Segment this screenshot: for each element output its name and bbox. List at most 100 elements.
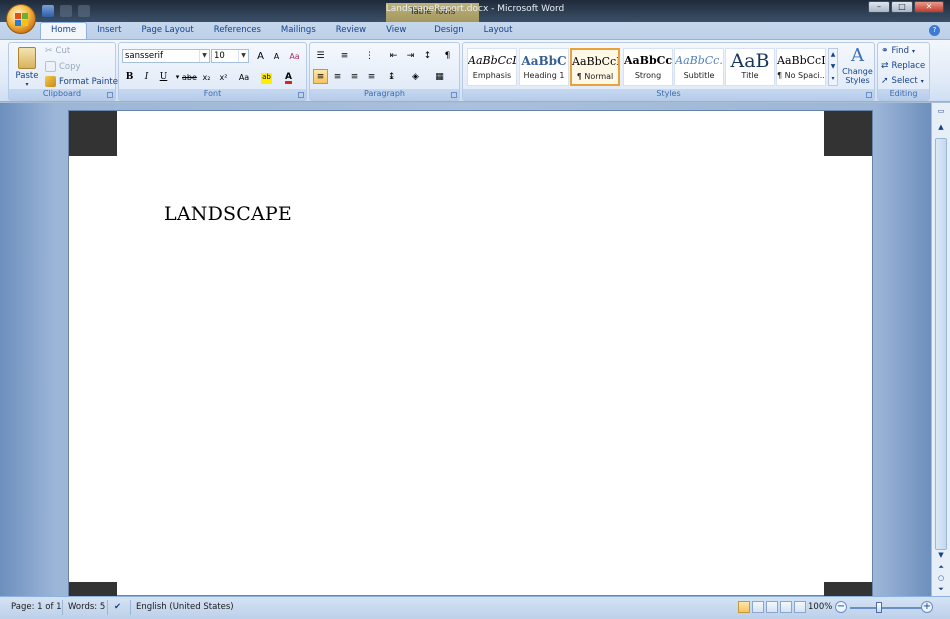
word-count[interactable]: Words: 5 (68, 602, 105, 612)
font-name-combo[interactable]: sansserif ▼ (122, 49, 210, 63)
font-group: sansserif ▼ 10 ▼ A A Aa B I U ▾ abe x₂ x… (118, 42, 307, 101)
change-case-button[interactable]: Aa (234, 69, 254, 84)
tab-references[interactable]: References (204, 22, 271, 39)
clipboard-launcher-icon[interactable] (107, 92, 113, 98)
vertical-scrollbar[interactable]: ▭ ▲ ▼ ⏶ ○ ⏷ (931, 103, 950, 596)
scroll-down-icon[interactable]: ▼ (935, 551, 947, 561)
clear-formatting-icon[interactable]: Aa (287, 48, 302, 63)
status-divider (107, 600, 108, 615)
underline-button[interactable]: U (156, 69, 171, 84)
superscript-button[interactable]: x² (216, 69, 231, 84)
increase-indent-icon[interactable]: ⇥ (403, 48, 418, 63)
multilevel-list-icon[interactable]: ⋮ (362, 48, 377, 63)
find-button[interactable]: ⚭ Find ▾ (881, 46, 915, 56)
style-sample: AaBbCc. (675, 54, 723, 67)
draft-view-icon[interactable] (794, 601, 806, 613)
highlight-button[interactable]: ab (259, 69, 274, 84)
ruler-toggle-icon[interactable]: ▭ (935, 107, 947, 117)
align-center-icon[interactable]: ≡ (330, 69, 345, 84)
highlighter-icon: ab (261, 73, 272, 84)
grow-font-button[interactable]: A (253, 48, 268, 63)
print-layout-view-icon[interactable] (738, 601, 750, 613)
style-subtitle[interactable]: AaBbCc. Subtitle (674, 48, 724, 86)
page-count[interactable]: Page: 1 of 1 (11, 602, 62, 612)
tab-view[interactable]: View (376, 22, 416, 39)
paste-button[interactable]: Paste ▾ (12, 45, 42, 89)
scroll-up-icon[interactable]: ▲ (935, 123, 947, 133)
font-size-combo[interactable]: 10 ▼ (211, 49, 249, 63)
line-spacing-icon[interactable]: ↨ (384, 69, 399, 84)
tab-home[interactable]: Home (40, 22, 88, 39)
help-icon[interactable]: ? (929, 25, 940, 36)
replace-button[interactable]: ⇄ Replace (881, 61, 925, 71)
document-text[interactable]: LANDSCAPE (164, 203, 292, 225)
status-divider (130, 600, 131, 615)
document-page[interactable]: LANDSCAPE (68, 110, 873, 619)
tab-mailings[interactable]: Mailings (271, 22, 326, 39)
tab-page-layout[interactable]: Page Layout (132, 22, 204, 39)
maximize-button[interactable]: □ (891, 1, 913, 13)
align-right-icon[interactable]: ≡ (347, 69, 362, 84)
select-label: Select (891, 76, 918, 86)
style-emphasis[interactable]: AaBbCcL Emphasis (467, 48, 517, 86)
numbering-icon[interactable]: ≡ (337, 48, 352, 63)
justify-icon[interactable]: ≡ (364, 69, 379, 84)
full-screen-reading-view-icon[interactable] (752, 601, 764, 613)
bold-button[interactable]: B (122, 69, 137, 84)
decrease-indent-icon[interactable]: ⇤ (386, 48, 401, 63)
style-heading-1[interactable]: AaBbC Heading 1 (519, 48, 569, 86)
bullets-icon[interactable]: ☰ (313, 48, 328, 63)
shrink-font-button[interactable]: A (269, 48, 284, 63)
office-button[interactable] (6, 4, 36, 34)
font-color-button[interactable]: A (281, 69, 296, 84)
tab-design[interactable]: Design (424, 22, 473, 39)
paragraph-launcher-icon[interactable] (451, 92, 457, 98)
styles-launcher-icon[interactable] (866, 92, 872, 98)
select-button[interactable]: ➚ Select ▾ (881, 76, 924, 86)
tab-insert[interactable]: Insert (87, 22, 131, 39)
style-no-spacing[interactable]: AaBbCcI ¶ No Spaci... (776, 48, 826, 86)
scroll-thumb[interactable] (935, 138, 947, 550)
zoom-out-button[interactable]: − (835, 601, 847, 613)
editing-group: ⚭ Find ▾ ⇄ Replace ➚ Select ▾ Editing (877, 42, 930, 101)
style-title[interactable]: AaB Title (725, 48, 775, 86)
subscript-button[interactable]: x₂ (199, 69, 214, 84)
change-styles-button[interactable]: A Change Styles (841, 45, 874, 89)
web-layout-view-icon[interactable] (766, 601, 778, 613)
proofing-icon[interactable]: ✔ (114, 602, 121, 612)
strikethrough-button[interactable]: abe (181, 69, 197, 84)
previous-page-icon[interactable]: ⏶ (935, 563, 947, 573)
next-page-icon[interactable]: ⏷ (935, 585, 947, 595)
show-formatting-button[interactable]: ¶ (440, 48, 455, 63)
cut-button[interactable]: ✂ Cut (45, 46, 70, 56)
font-name-dropdown-icon[interactable]: ▼ (199, 50, 209, 62)
tab-review[interactable]: Review (326, 22, 376, 39)
style-sample: AaBbCcl (624, 54, 672, 67)
style-sample: AaB (730, 50, 770, 71)
styles-gallery-scroll[interactable]: ▲ ▼ ▾ (828, 48, 838, 86)
paragraph-group: ☰ ≡ ⋮ ⇤ ⇥ ↕ ¶ ≡ ≡ ≡ ≡ ↨ ◈ ▦ Paragraph (309, 42, 460, 101)
copy-button[interactable]: Copy (45, 61, 81, 72)
close-button[interactable]: ✕ (914, 1, 944, 13)
window-title: LandscapeReport.docx - Microsoft Word (385, 4, 565, 14)
style-strong[interactable]: AaBbCcl Strong (623, 48, 673, 86)
sort-icon[interactable]: ↕ (420, 48, 435, 63)
borders-icon[interactable]: ▦ (432, 69, 447, 84)
zoom-slider-thumb[interactable] (876, 602, 882, 613)
select-browse-object-icon[interactable]: ○ (935, 574, 947, 584)
format-painter-button[interactable]: Format Painter (45, 76, 121, 87)
font-size-value: 10 (214, 51, 225, 61)
minimize-button[interactable]: – (868, 1, 890, 13)
zoom-slider-track[interactable] (850, 607, 924, 609)
font-launcher-icon[interactable] (298, 92, 304, 98)
italic-button[interactable]: I (139, 69, 154, 84)
align-left-icon[interactable]: ≡ (313, 69, 328, 84)
language-indicator[interactable]: English (United States) (136, 602, 234, 612)
shading-icon[interactable]: ◈ (408, 69, 423, 84)
zoom-in-button[interactable]: + (921, 601, 933, 613)
style-normal[interactable]: AaBbCcI ¶ Normal (570, 48, 620, 86)
tab-layout[interactable]: Layout (474, 22, 523, 39)
font-size-dropdown-icon[interactable]: ▼ (238, 50, 248, 62)
zoom-level[interactable]: 100% (808, 602, 832, 612)
outline-view-icon[interactable] (780, 601, 792, 613)
